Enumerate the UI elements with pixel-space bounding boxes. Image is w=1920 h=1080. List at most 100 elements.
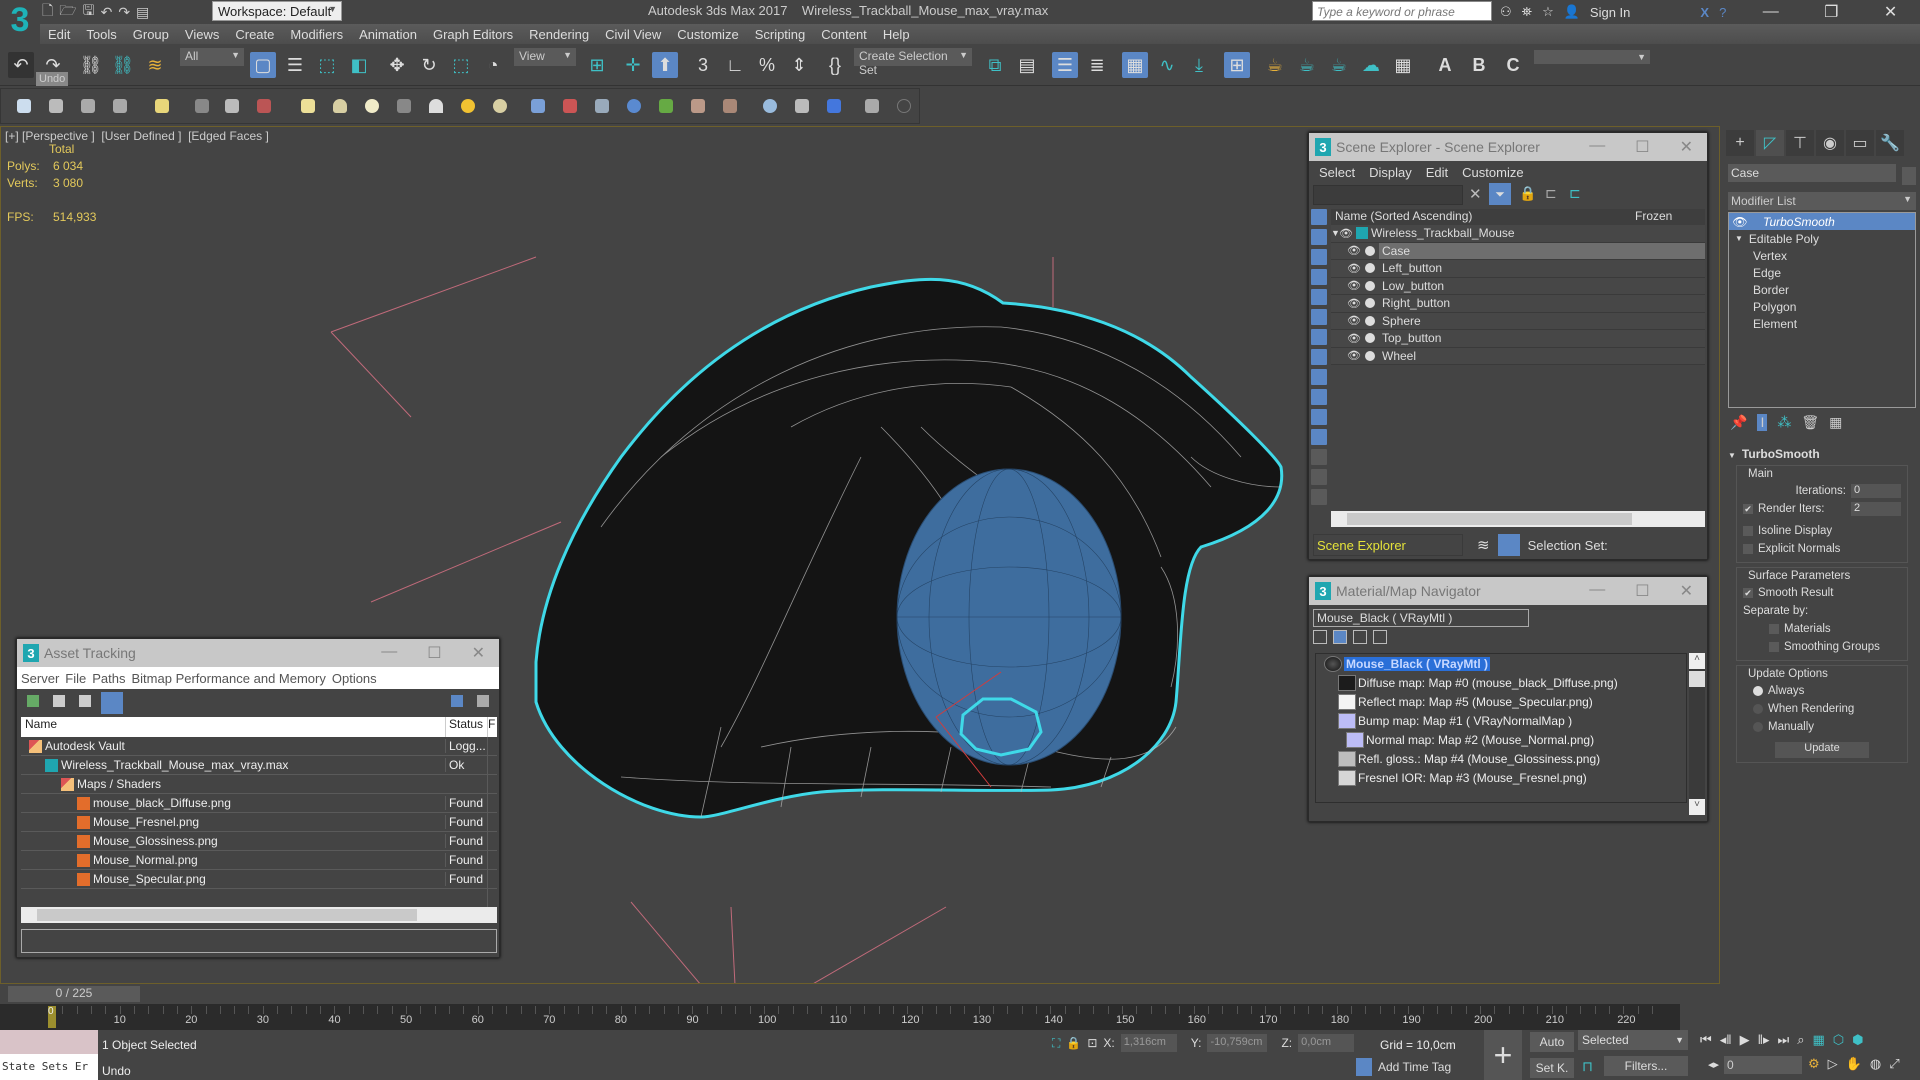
stone-icon[interactable] bbox=[723, 99, 737, 113]
menu-customize[interactable]: Customize bbox=[1462, 165, 1523, 180]
menu-server[interactable]: Server bbox=[21, 671, 59, 686]
scrollbar-thumb[interactable] bbox=[1689, 671, 1705, 687]
minimize-icon[interactable]: — bbox=[381, 643, 397, 663]
key-filter-dropdown[interactable]: Selected ▼ bbox=[1578, 1030, 1688, 1050]
layer-icon[interactable] bbox=[49, 99, 63, 113]
zoom-extents-all-icon[interactable]: ⬢ bbox=[1852, 1032, 1863, 1048]
open-file-icon[interactable]: 🗁 bbox=[59, 0, 76, 24]
column-frozen-header[interactable]: Frozen bbox=[1635, 209, 1705, 225]
asset-row[interactable]: mouse_black_Diffuse.png Found bbox=[21, 794, 497, 813]
move-icon[interactable]: ✥ bbox=[384, 52, 410, 78]
radio-when-rendering[interactable]: When Rendering bbox=[1743, 700, 1901, 718]
hierarchy-expand-icon[interactable]: ⊏ bbox=[1569, 185, 1581, 202]
go-to-start-icon[interactable]: ⏮ bbox=[1700, 1032, 1712, 1048]
scroll-up-icon[interactable]: ˄ bbox=[1689, 653, 1705, 669]
radio-button[interactable] bbox=[1753, 722, 1763, 732]
tree-row-root[interactable]: ▼ 👁 Wireless_Trackball_Mouse bbox=[1331, 225, 1705, 243]
menu-civil-view[interactable]: Civil View bbox=[597, 27, 669, 42]
vray-fur-icon[interactable] bbox=[827, 99, 841, 113]
visibility-eye-icon[interactable]: 👁 bbox=[1347, 262, 1361, 275]
refresh-icon[interactable] bbox=[27, 695, 39, 707]
stack-item-turbosmooth[interactable]: 👁 TurboSmooth bbox=[1729, 213, 1915, 230]
frozen-filter-icon[interactable] bbox=[1311, 409, 1327, 425]
help-search-input[interactable]: Type a keyword or phrase bbox=[1312, 1, 1492, 21]
asset-row[interactable]: Autodesk Vault Logg... bbox=[21, 737, 497, 756]
maximize-icon[interactable]: ☐ bbox=[427, 643, 441, 663]
zoom-extents-icon[interactable]: ⬡ bbox=[1833, 1032, 1844, 1048]
time-configuration-icon[interactable]: ⚙ bbox=[1808, 1056, 1820, 1072]
render-preset-dropdown[interactable]: ▼ bbox=[1534, 50, 1650, 64]
horizontal-scrollbar[interactable] bbox=[1331, 511, 1705, 527]
visibility-eye-icon[interactable]: 👁 bbox=[1347, 332, 1361, 345]
shapes-filter-icon[interactable] bbox=[1311, 229, 1327, 245]
exchange-x-icon[interactable]: X bbox=[1700, 5, 1709, 20]
invert-display-icon[interactable] bbox=[1311, 489, 1327, 505]
field-of-view-icon[interactable]: ▷ bbox=[1828, 1056, 1838, 1072]
go-to-end-icon[interactable]: ⏭ bbox=[1778, 1032, 1790, 1048]
menu-animation[interactable]: Animation bbox=[351, 27, 425, 42]
schematic-view-icon[interactable]: ⤓ bbox=[1186, 52, 1212, 78]
sphere-icon[interactable] bbox=[365, 99, 379, 113]
maxscript-input[interactable]: State Sets Er bbox=[0, 1054, 98, 1080]
unlink-icon[interactable]: ⛓ bbox=[110, 52, 136, 78]
isolate-selection-icon[interactable]: ⛶ bbox=[1052, 1036, 1060, 1051]
minimize-icon[interactable]: — bbox=[1763, 3, 1779, 21]
current-frame-marker[interactable]: 0 bbox=[48, 1006, 56, 1028]
app-logo-menu-button[interactable]: 3 bbox=[2, 0, 38, 44]
utilities-tab-icon[interactable]: 🔧 bbox=[1876, 130, 1904, 156]
plant-icon[interactable] bbox=[659, 99, 673, 113]
view-list-icons-icon[interactable] bbox=[1333, 630, 1347, 644]
render-setup-icon[interactable]: ☕ bbox=[1262, 52, 1288, 78]
spacewarps-filter-icon[interactable] bbox=[1311, 309, 1327, 325]
configure-modifier-sets-icon[interactable]: ▦ bbox=[1829, 414, 1842, 431]
subobject-polygon[interactable]: Polygon bbox=[1729, 298, 1915, 315]
z-coordinate-field[interactable]: 0,0cm bbox=[1298, 1034, 1355, 1052]
edit-named-selection-icon[interactable]: {} bbox=[822, 52, 848, 78]
view-small-icons-icon[interactable] bbox=[1353, 630, 1367, 644]
filter-icon[interactable]: ⏷ bbox=[1489, 183, 1511, 205]
helper-icon[interactable] bbox=[195, 99, 209, 113]
menu-paths[interactable]: Paths bbox=[92, 671, 125, 686]
window-crossing-icon[interactable]: ◧ bbox=[346, 52, 372, 78]
tree-row[interactable]: 👁 Sphere bbox=[1331, 312, 1705, 330]
globe-icon[interactable] bbox=[627, 99, 641, 113]
lights-filter-icon[interactable] bbox=[1311, 249, 1327, 265]
teapot-icon[interactable] bbox=[17, 99, 31, 113]
menu-modifiers[interactable]: Modifiers bbox=[282, 27, 351, 42]
previous-frame-icon[interactable]: ◂‖ bbox=[1720, 1032, 1732, 1048]
render-iters-spinner[interactable]: 2 bbox=[1851, 502, 1901, 516]
scene-explorer-toggle-icon[interactable]: ☰ bbox=[1052, 52, 1078, 78]
mouse-case-mesh[interactable] bbox=[534, 277, 1284, 819]
undo-icon[interactable]: ↶ bbox=[101, 4, 113, 21]
iterations-spinner[interactable]: 0 bbox=[1851, 484, 1901, 498]
help-icon[interactable] bbox=[451, 695, 463, 707]
layer-explorer-icon[interactable]: ≣ bbox=[1084, 52, 1110, 78]
cameras-filter-icon[interactable] bbox=[1311, 269, 1327, 285]
menu-create[interactable]: Create bbox=[227, 27, 282, 42]
scroll-down-icon[interactable]: ˅ bbox=[1689, 799, 1705, 815]
help-circle-icon[interactable] bbox=[897, 99, 911, 113]
place-icon[interactable]: ◔ bbox=[480, 52, 506, 78]
selection-lock-icon[interactable]: 🔒 bbox=[1066, 1036, 1081, 1050]
render-preset-c-button[interactable]: C bbox=[1500, 52, 1526, 78]
lock-icon[interactable]: 🔒 bbox=[1519, 185, 1536, 202]
modifier-list-dropdown[interactable]: Modifier List ▼ bbox=[1728, 192, 1916, 210]
vray-sphere-icon[interactable] bbox=[763, 99, 777, 113]
pin-stack-icon[interactable]: 📌 bbox=[1730, 414, 1747, 431]
cone-icon[interactable] bbox=[429, 99, 443, 113]
rotate-icon[interactable]: ↻ bbox=[416, 52, 442, 78]
set-key-button[interactable]: Set K. bbox=[1530, 1058, 1574, 1078]
bind-space-warp-icon[interactable]: ≋ bbox=[142, 52, 168, 78]
visibility-eye-icon[interactable]: 👁 bbox=[1347, 297, 1361, 310]
teapot-object-icon[interactable] bbox=[397, 99, 411, 113]
mirror-icon[interactable]: ⧉ bbox=[982, 52, 1008, 78]
hierarchy-mode-icon[interactable] bbox=[1497, 534, 1520, 556]
vray-proxy-icon[interactable] bbox=[795, 99, 809, 113]
list-view-icon[interactable] bbox=[53, 695, 65, 707]
rectangular-selection-icon[interactable]: ⬚ bbox=[314, 52, 340, 78]
maximize-icon[interactable]: ☐ bbox=[1635, 137, 1649, 157]
snaps-toggle-icon[interactable]: 3 bbox=[690, 52, 716, 78]
current-frame-spinner[interactable]: 0 bbox=[1724, 1056, 1802, 1074]
ribbon-toggle-icon[interactable]: ▦ bbox=[1122, 52, 1148, 78]
table-view-icon[interactable] bbox=[79, 695, 91, 707]
